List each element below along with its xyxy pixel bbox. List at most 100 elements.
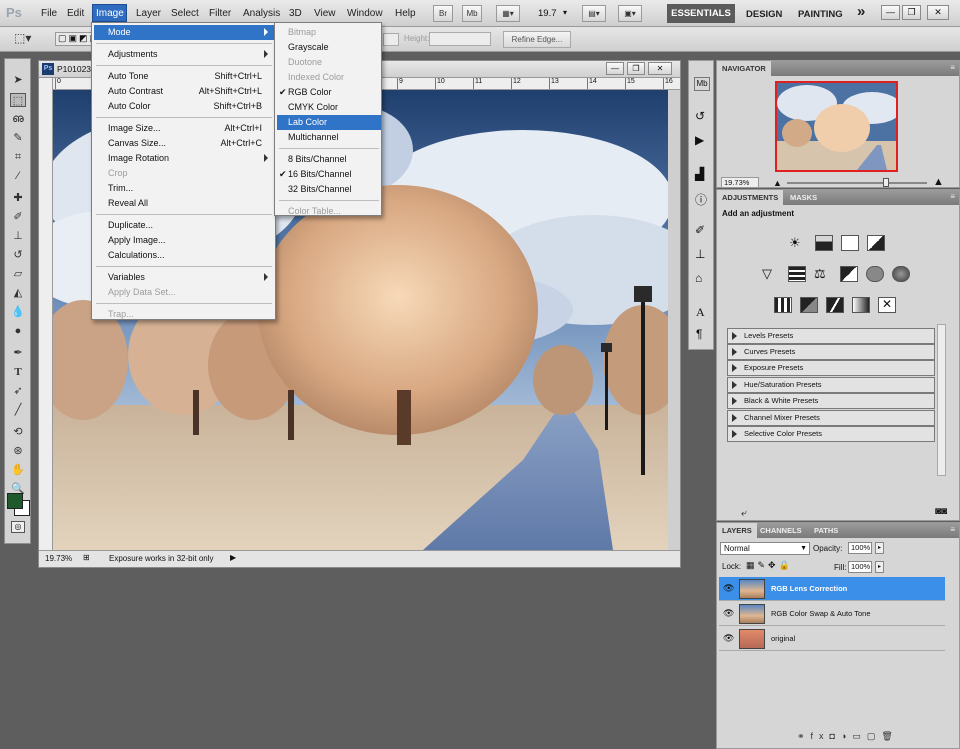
tab-paths[interactable]: PATHS — [809, 523, 843, 538]
visibility-eye-icon[interactable]: 👁 — [723, 608, 734, 618]
history-brush-tool-icon[interactable]: ↺ — [10, 248, 26, 262]
quick-mask-icon[interactable]: ◎ — [11, 521, 25, 533]
brush-presets-icon[interactable]: ✐ — [695, 223, 705, 237]
opacity-slider-arrow-icon[interactable]: ▸ — [875, 542, 884, 554]
foreground-color-swatch[interactable] — [7, 493, 23, 509]
menu-item-adjustments[interactable]: Adjustments — [94, 47, 274, 62]
preset-channel-mixer[interactable]: Channel Mixer Presets — [727, 410, 935, 426]
preset-levels[interactable]: Levels Presets — [727, 328, 935, 344]
clone-source-icon[interactable]: ⊥ — [695, 247, 705, 261]
path-selection-tool-icon[interactable]: ➶ — [10, 384, 26, 398]
brightness-contrast-icon[interactable]: ☀ — [789, 235, 807, 251]
menu-layer[interactable]: Layer — [136, 8, 161, 19]
menu-item-apply-image[interactable]: Apply Image... — [94, 233, 274, 248]
mode-item-multichannel[interactable]: Multichannel — [277, 130, 381, 145]
workspace-design[interactable]: DESIGN — [746, 9, 782, 20]
clip-to-layer-icon[interactable]: ◙◙ — [935, 506, 947, 517]
doc-minimize-button[interactable]: — — [606, 62, 624, 75]
exposure-icon[interactable] — [867, 235, 885, 251]
hand-tool-icon[interactable]: ✋ — [10, 463, 26, 477]
actions-icon[interactable]: ▶ — [695, 133, 704, 147]
preset-curves[interactable]: Curves Presets — [727, 344, 935, 360]
mode-item-16-bits-channel[interactable]: ✔ 16 Bits/Channel — [277, 167, 381, 182]
move-tool-icon[interactable]: ➤ — [10, 73, 26, 87]
doc-restore-button[interactable]: ❐ — [627, 62, 645, 75]
selective-color-icon[interactable]: ✕ — [878, 297, 896, 313]
menu-item-reveal-all[interactable]: Reveal All — [94, 196, 274, 211]
channel-mixer-icon[interactable] — [892, 266, 910, 282]
marquee-preset-icon[interactable]: ⬚▾ — [14, 31, 42, 47]
screen-mode-button[interactable]: ▣▾ — [618, 5, 642, 22]
zoom-in-icon[interactable]: ▲ — [933, 176, 944, 188]
menu-item-image-rotation[interactable]: Image Rotation — [94, 151, 274, 166]
menu-item-mode[interactable]: Mode — [94, 25, 274, 40]
posterize-icon[interactable] — [800, 297, 818, 313]
panel-menu-icon[interactable]: ≡ — [950, 525, 955, 534]
preset-hue-saturation[interactable]: Hue/Saturation Presets — [727, 377, 935, 393]
histogram-icon[interactable]: ▟ — [695, 167, 704, 181]
zoom-out-icon[interactable]: ▲ — [773, 178, 782, 188]
workspace-painting[interactable]: PAINTING — [798, 9, 843, 20]
fill-slider-arrow-icon[interactable]: ▸ — [875, 561, 884, 573]
arrange-documents-button[interactable]: ▤▾ — [582, 5, 606, 22]
menu-filter[interactable]: Filter — [209, 8, 231, 19]
menu-file[interactable]: File — [41, 8, 57, 19]
pen-tool-icon[interactable]: ✒ — [10, 346, 26, 360]
panel-menu-icon[interactable]: ≡ — [950, 192, 955, 201]
minimize-button[interactable]: — — [881, 5, 900, 20]
close-button[interactable]: ✕ — [927, 5, 949, 20]
photo-filter-icon[interactable] — [866, 266, 884, 282]
paragraph-icon[interactable]: ¶ — [696, 327, 702, 341]
preset-selective-color[interactable]: Selective Color Presets — [727, 426, 935, 442]
mode-item-cmyk-color[interactable]: CMYK Color — [277, 100, 381, 115]
opacity-field[interactable]: 100% — [848, 542, 872, 554]
zoom-dropdown-icon[interactable]: ▾ — [563, 8, 567, 17]
menu-analysis[interactable]: Analysis — [243, 8, 280, 19]
menu-edit[interactable]: Edit — [67, 8, 84, 19]
brush-tool-icon[interactable]: ✐ — [10, 210, 26, 224]
menu-item-auto-tone[interactable]: Auto Tone Shift+Ctrl+L — [94, 69, 274, 84]
menu-item-image-size[interactable]: Image Size... Alt+Ctrl+I — [94, 121, 274, 136]
layer-row-rgb-lens-correction[interactable]: 👁 RGB Lens Correction — [719, 577, 945, 601]
navigator-zoom-field[interactable]: 19.73% — [721, 177, 759, 188]
blur-tool-icon[interactable]: 💧 — [10, 305, 26, 319]
eraser-tool-icon[interactable]: ▱ — [10, 267, 26, 281]
fill-field[interactable]: 100% — [848, 561, 872, 573]
menu-view[interactable]: View — [314, 8, 336, 19]
menu-item-trim[interactable]: Trim... — [94, 181, 274, 196]
mode-item-lab-color[interactable]: Lab Color — [277, 115, 381, 130]
status-zoom[interactable]: 19.73% — [45, 554, 72, 563]
invert-icon[interactable] — [774, 297, 792, 313]
refine-edge-button[interactable]: Refine Edge... — [503, 31, 571, 48]
vibrance-icon[interactable]: ▽ — [762, 266, 780, 282]
menu-item-duplicate[interactable]: Duplicate... — [94, 218, 274, 233]
clone-stamp-tool-icon[interactable]: ⊥ — [10, 229, 26, 243]
dodge-tool-icon[interactable]: ● — [10, 324, 26, 338]
menu-help[interactable]: Help — [395, 8, 416, 19]
status-menu-arrow-icon[interactable]: ▶ — [230, 553, 236, 562]
history-icon[interactable]: ↺ — [695, 109, 705, 123]
tab-adjustments[interactable]: ADJUSTMENTS — [717, 190, 784, 205]
zoom-slider-track[interactable] — [787, 182, 927, 184]
threshold-icon[interactable] — [826, 297, 844, 313]
menu-item-auto-color[interactable]: Auto Color Shift+Ctrl+B — [94, 99, 274, 114]
3d-orbit-tool-icon[interactable]: ⊛ — [10, 444, 26, 458]
hue-saturation-icon[interactable] — [788, 266, 806, 282]
layer-row-original[interactable]: 👁 original — [719, 627, 945, 651]
tab-layers[interactable]: LAYERS — [717, 523, 757, 538]
preset-exposure[interactable]: Exposure Presets — [727, 360, 935, 376]
healing-brush-tool-icon[interactable]: ✚ — [10, 191, 26, 205]
menu-item-calculations[interactable]: Calculations... — [94, 248, 274, 263]
doc-close-button[interactable]: ✕ — [648, 62, 672, 75]
character-icon[interactable]: A — [696, 305, 705, 320]
document-title[interactable]: P101023 — [57, 64, 91, 74]
presets-scrollbar[interactable] — [937, 324, 946, 476]
lasso-tool-icon[interactable]: ഌ — [10, 112, 26, 126]
menu-item-variables[interactable]: Variables — [94, 270, 274, 285]
layer-actions-bar[interactable]: ⚭fx◘◑▭▢🗑 — [797, 731, 899, 742]
restore-button[interactable]: ❐ — [902, 5, 921, 20]
menu-item-auto-contrast[interactable]: Auto Contrast Alt+Shift+Ctrl+L — [94, 84, 274, 99]
mode-item-grayscale[interactable]: Grayscale — [277, 40, 381, 55]
zoom-slider-handle[interactable] — [883, 178, 889, 187]
lock-buttons[interactable]: ▦✎✥🔒 — [746, 560, 793, 571]
